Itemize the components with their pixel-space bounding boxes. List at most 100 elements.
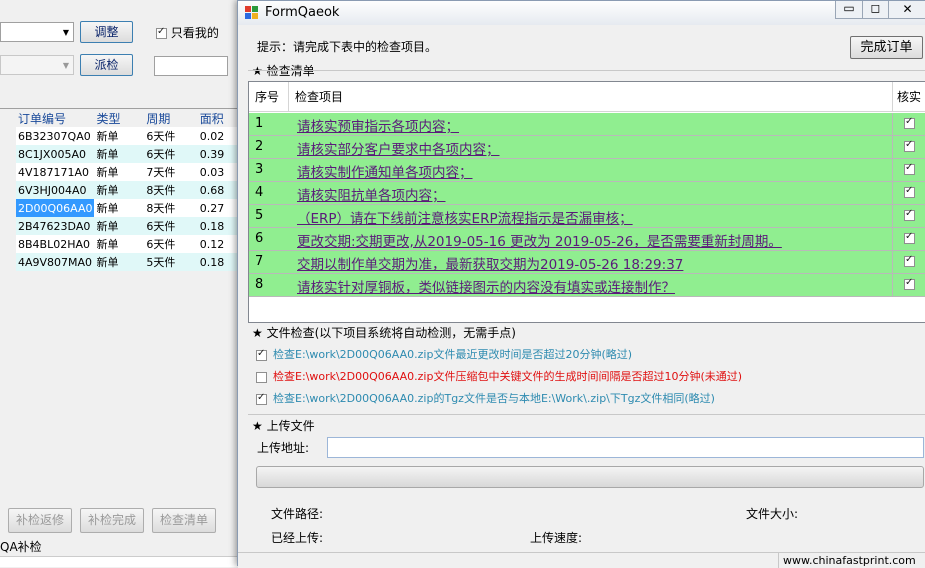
col-order-no[interactable]: 订单编号 — [16, 109, 94, 127]
verify-cell[interactable] — [892, 251, 925, 273]
close-icon: ✕ — [902, 2, 913, 16]
check-item-link[interactable]: 更改交期:交期更改,从2019-05-16 更改为 2019-05-26，是否需… — [297, 230, 782, 250]
table-row[interactable]: 6V3HJ004A0 新单 8天件 0.68 — [16, 181, 240, 199]
close-button[interactable]: ✕ — [889, 1, 925, 19]
row-number: 2 — [255, 139, 264, 154]
verify-checkbox[interactable] — [904, 231, 915, 244]
status-text: www.chinafastprint.com — [783, 554, 916, 567]
table-cell: 6天件 — [146, 130, 176, 143]
table-cell: 6V3HJ004A0 — [18, 183, 87, 197]
file-check-text: 检查E:\work\2D00Q06AA0.zip的Tgz文件是否与本地E:\Wo… — [273, 392, 715, 405]
checklist-row[interactable]: 3 请核实制作通知单各项内容； — [249, 159, 925, 182]
verify-cell[interactable] — [892, 113, 925, 135]
check-item-link[interactable]: 请核实部分客户要求中各项内容； — [297, 138, 500, 158]
table-row[interactable]: 8C1JX005A0 新单 6天件 0.39 — [16, 145, 240, 163]
verify-cell[interactable] — [892, 136, 925, 158]
dispatch-button[interactable]: 派检 — [80, 54, 133, 76]
table-row[interactable]: 6B32307QA0 新单 6天件 0.02 — [16, 127, 240, 145]
table-cell: 8天件 — [146, 184, 176, 197]
table-row[interactable]: 8B4BL02HA0 新单 6天件 0.12 — [16, 235, 240, 253]
row-number: 1 — [255, 116, 264, 131]
verify-checkbox[interactable] — [904, 185, 915, 198]
verify-checkbox[interactable] — [904, 208, 915, 221]
check-item-link[interactable]: 请核实制作通知单各项内容； — [297, 161, 473, 181]
file-check-item[interactable]: 检查E:\work\2D00Q06AA0.zip的Tgz文件是否与本地E:\Wo… — [256, 390, 715, 406]
filter-combo-2[interactable]: ▼ — [0, 55, 74, 75]
col-item-header[interactable]: 检查项目 — [289, 82, 893, 112]
table-cell: 0.27 — [199, 201, 225, 215]
upload-address-input[interactable] — [327, 437, 924, 458]
file-check-checkbox[interactable] — [256, 371, 267, 383]
table-cell: 新单 — [96, 238, 119, 251]
table-cell: 4A9V807MA0 — [18, 255, 93, 269]
table-cell: 2B47623DA0 — [18, 219, 91, 233]
checklist-row[interactable]: 7 交期以制作单交期为准，最新获取交期为2019-05-26 18:29:37 — [249, 251, 925, 274]
uploaded-label: 已经上传: — [271, 531, 324, 545]
file-check-item[interactable]: 检查E:\work\2D00Q06AA0.zip文件最近更改时间是否超过20分钟… — [256, 346, 632, 362]
table-row[interactable]: 2D00Q06AA0 新单 8天件 0.27 — [16, 199, 240, 217]
verify-cell[interactable] — [892, 228, 925, 250]
table-cell: 新单 — [96, 166, 119, 179]
verify-cell[interactable] — [892, 159, 925, 181]
check-item-link[interactable]: 请核实针对厚铜板，类似链接图示的内容没有填实或连接制作？ — [297, 276, 675, 296]
row-number: 4 — [255, 185, 264, 200]
file-check-checkbox[interactable] — [256, 348, 267, 361]
complete-order-button[interactable]: 完成订单 — [850, 36, 923, 59]
check-item-link[interactable]: （ERP）请在下线前注意核实ERP流程指示是否漏审核； — [297, 207, 633, 227]
verify-checkbox[interactable] — [904, 277, 915, 290]
check-item-link[interactable]: 请核实预审指示各项内容； — [297, 115, 459, 135]
inspect-list-button[interactable]: 检查清单 — [152, 508, 216, 533]
checklist-row[interactable]: 2 请核实部分客户要求中各项内容； — [249, 136, 925, 159]
file-check-checkbox[interactable] — [256, 392, 267, 405]
checklist-row[interactable]: 1 请核实预审指示各项内容； — [249, 113, 925, 136]
row-number: 5 — [255, 208, 264, 223]
upload-progress-bar — [256, 466, 924, 488]
verify-checkbox[interactable] — [904, 139, 915, 152]
checklist-row[interactable]: 4 请核实阻抗单各项内容； — [249, 182, 925, 205]
reinspect-return-button[interactable]: 补检返修 — [8, 508, 72, 533]
window-title: FormQaeok — [265, 5, 340, 20]
dropdown-arrow-icon: ▼ — [62, 61, 69, 70]
checklist-row[interactable]: 5 （ERP）请在下线前注意核实ERP流程指示是否漏审核； — [249, 205, 925, 228]
col-area[interactable]: 面积 — [198, 109, 240, 127]
upload-address-label: 上传地址: — [257, 441, 310, 455]
checklist-row[interactable]: 6 更改交期:交期更改,从2019-05-16 更改为 2019-05-26，是否… — [249, 228, 925, 251]
table-cell: 7天件 — [146, 166, 176, 179]
table-cell: 新单 — [96, 202, 119, 215]
filter-combo-1[interactable]: ▼ — [0, 22, 74, 42]
row-number: 8 — [255, 277, 264, 292]
section-divider — [248, 414, 925, 415]
only-mine-check-icon[interactable] — [156, 26, 167, 39]
col-no-header[interactable]: 序号 — [249, 82, 289, 112]
check-item-link[interactable]: 请核实阻抗单各项内容； — [297, 184, 446, 204]
col-type[interactable]: 类型 — [94, 109, 144, 127]
table-row[interactable]: 2B47623DA0 新单 6天件 0.18 — [16, 217, 240, 235]
checklist-row[interactable]: 8 请核实针对厚铜板，类似链接图示的内容没有填实或连接制作？ — [249, 274, 925, 297]
verify-checkbox[interactable] — [904, 116, 915, 129]
adjust-button[interactable]: 调整 — [80, 21, 133, 43]
table-cell: 6天件 — [146, 220, 176, 233]
table-cell: 0.02 — [199, 129, 225, 143]
hint-text: 提示：请完成下表中的检查项目。 — [257, 40, 438, 54]
only-mine-checkbox[interactable]: 只看我的 — [156, 24, 219, 41]
maximize-button[interactable]: ◻ — [863, 1, 889, 19]
table-cell: 0.39 — [199, 147, 225, 161]
formqaeok-dialog: FormQaeok ▭ ◻ ✕ 提示：请完成下表中的检查项目。 完成订单 ★ 检… — [237, 0, 925, 568]
col-check-header[interactable]: 核实 — [893, 82, 925, 112]
verify-cell[interactable] — [892, 205, 925, 227]
qa-grid — [0, 556, 240, 567]
verify-cell[interactable] — [892, 274, 925, 296]
col-cycle[interactable]: 周期 — [144, 109, 197, 127]
reinspect-done-button[interactable]: 补检完成 — [80, 508, 144, 533]
table-row[interactable]: 4V187171A0 新单 7天件 0.03 — [16, 163, 240, 181]
row-number: 3 — [255, 162, 264, 177]
search-field[interactable] — [154, 56, 228, 76]
verify-checkbox[interactable] — [904, 162, 915, 175]
table-row[interactable]: 4A9V807MA0 新单 5天件 0.18 — [16, 253, 240, 271]
verify-cell[interactable] — [892, 182, 925, 204]
check-item-link[interactable]: 交期以制作单交期为准，最新获取交期为2019-05-26 18:29:37 — [297, 253, 683, 273]
verify-checkbox[interactable] — [904, 254, 915, 267]
minimize-button[interactable]: ▭ — [835, 1, 863, 19]
file-check-item[interactable]: 检查E:\work\2D00Q06AA0.zip文件压缩包中关键文件的生成时间间… — [256, 368, 742, 384]
table-cell: 8C1JX005A0 — [18, 147, 86, 161]
